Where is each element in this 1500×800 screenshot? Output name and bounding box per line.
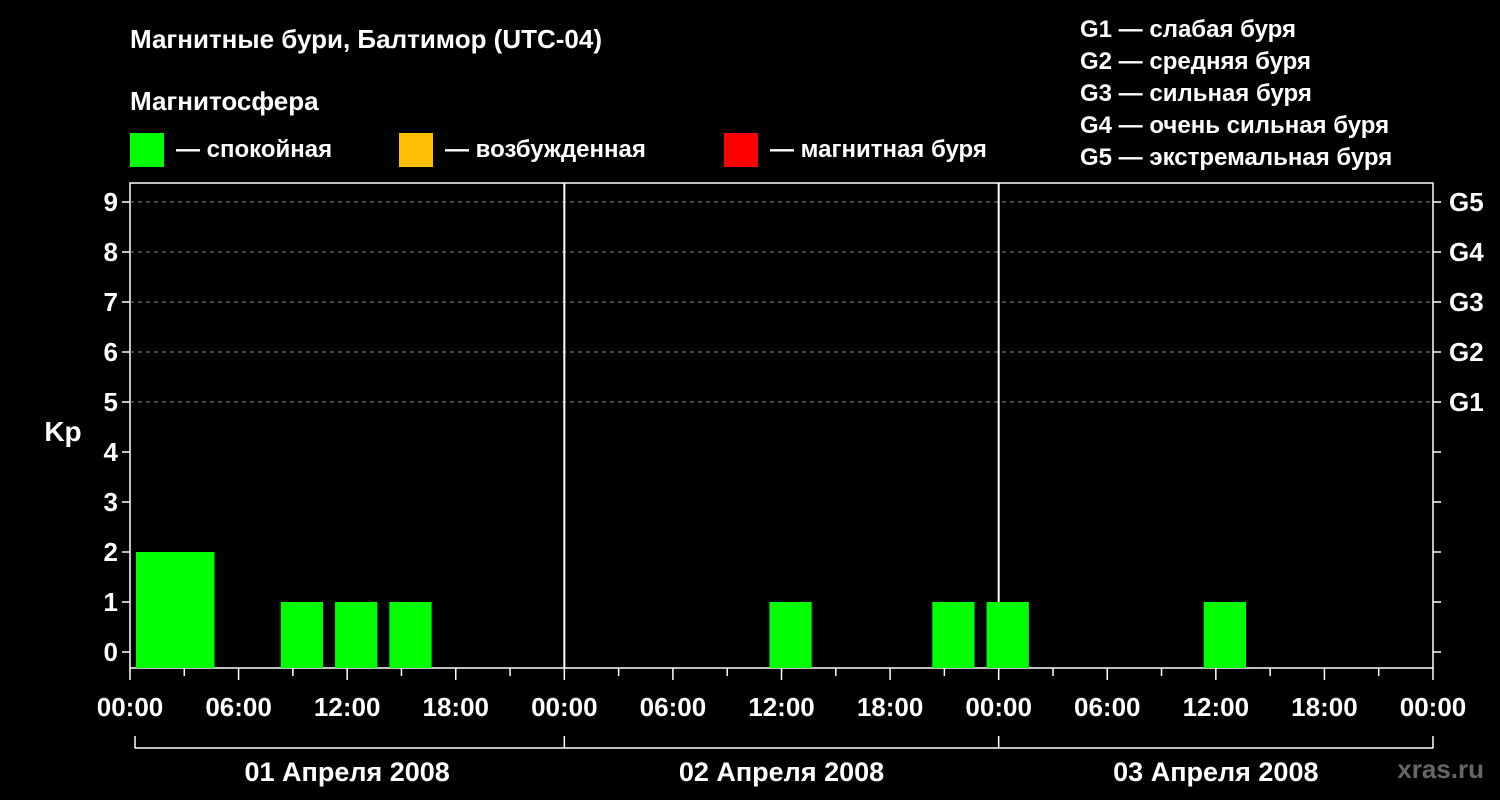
right-axis-label: G3 [1449, 287, 1484, 317]
y-tick-label: 6 [104, 337, 118, 367]
x-tick-label: 00:00 [1400, 692, 1467, 722]
plot-frame [129, 182, 1434, 669]
x-tick-label: 18:00 [1291, 692, 1358, 722]
right-axis-label: G2 [1449, 337, 1484, 367]
x-tick-label: 12:00 [748, 692, 815, 722]
y-tick-label: 2 [104, 537, 118, 567]
y-tick-label: 9 [104, 187, 118, 217]
kp-bar [769, 602, 812, 668]
x-tick-label: 06:00 [205, 692, 272, 722]
kp-bar [1203, 602, 1247, 668]
y-tick-label: 5 [104, 387, 118, 417]
y-tick-label: 4 [104, 437, 119, 467]
x-tick-label: 06:00 [640, 692, 707, 722]
x-tick-label: 18:00 [857, 692, 924, 722]
y-tick-label: 3 [104, 487, 118, 517]
x-tick-label: 00:00 [97, 692, 164, 722]
x-tick-label: 00:00 [965, 692, 1032, 722]
day-label: 02 Апреля 2008 [679, 757, 884, 787]
kp-bar [280, 602, 324, 668]
kp-bar [389, 602, 432, 668]
day-label: 03 Апреля 2008 [1113, 757, 1318, 787]
kp-bar [986, 602, 1029, 668]
y-tick-label: 7 [104, 287, 118, 317]
watermark: xras.ru [1397, 754, 1484, 784]
kp-bar [932, 602, 975, 668]
right-axis-label: G1 [1449, 387, 1484, 417]
day-label: 01 Апреля 2008 [245, 757, 450, 787]
right-axis-label: G5 [1449, 187, 1484, 217]
y-tick-label: 1 [104, 587, 118, 617]
x-tick-label: 12:00 [1183, 692, 1250, 722]
x-tick-label: 12:00 [314, 692, 381, 722]
y-tick-label: 8 [104, 237, 118, 267]
kp-chart: 0 1 2 3 4 5 6 7 8 9 Kp G1 G2 G3 G4 G5 00:00 06:00 12:00 18:… [44, 182, 1484, 787]
kp-bar [172, 552, 215, 668]
x-tick-label: 00:00 [531, 692, 598, 722]
kp-bar [335, 602, 378, 668]
x-tick-label: 18:00 [423, 692, 490, 722]
y-axis-label: Kp [44, 416, 81, 447]
kp-bar [136, 552, 179, 668]
right-axis-label: G4 [1449, 237, 1484, 267]
x-tick-label: 06:00 [1074, 692, 1141, 722]
y-tick-label: 0 [104, 637, 118, 667]
